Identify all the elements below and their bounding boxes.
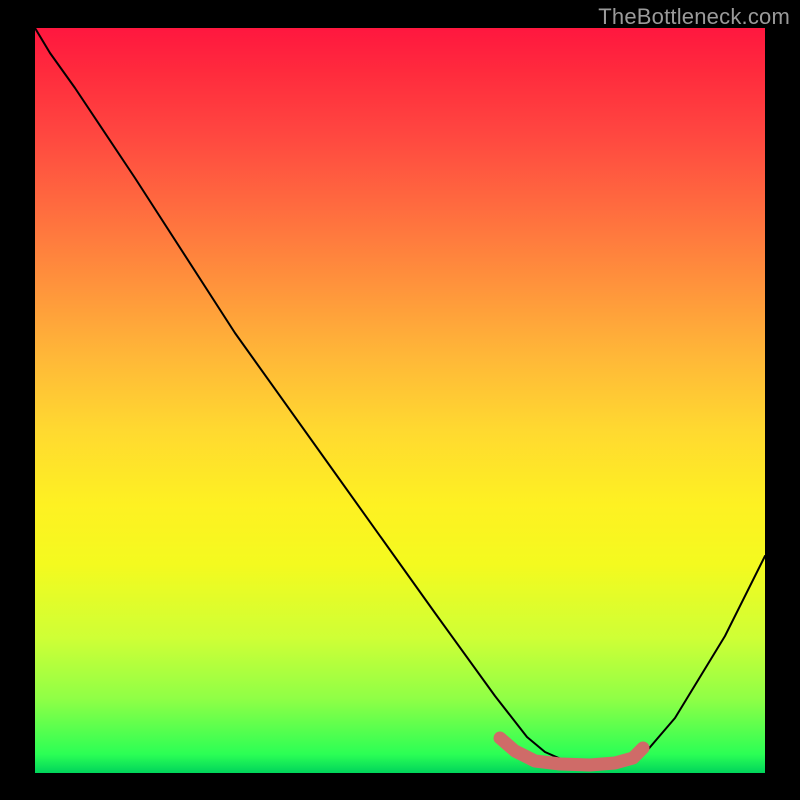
watermark-text: TheBottleneck.com bbox=[598, 4, 790, 30]
bottleneck-curve-path bbox=[35, 28, 765, 765]
plot-area bbox=[35, 28, 765, 773]
chart-frame: TheBottleneck.com bbox=[0, 0, 800, 800]
bottleneck-floor-path bbox=[500, 738, 643, 765]
chart-svg bbox=[35, 28, 765, 773]
